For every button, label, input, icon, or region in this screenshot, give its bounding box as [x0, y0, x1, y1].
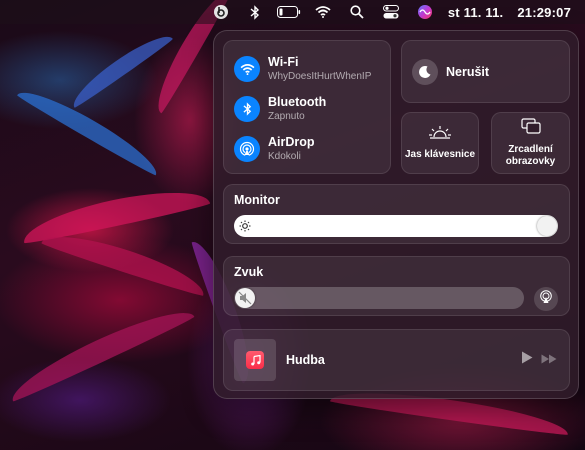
wifi-icon[interactable]	[234, 56, 260, 82]
play-icon[interactable]	[521, 351, 533, 369]
display-brightness-knob[interactable]	[537, 216, 557, 236]
menu-bar: st 11. 11. 21:29:07	[0, 0, 585, 24]
battery-icon[interactable]	[272, 0, 306, 24]
bluetooth-status: Zapnuto	[268, 111, 305, 122]
fast-forward-icon[interactable]	[541, 351, 557, 369]
airdrop-status: Kdokoli	[268, 151, 301, 162]
airdrop-label: AirDrop	[268, 135, 315, 149]
music-app-icon	[246, 351, 264, 369]
control-center-icon[interactable]	[374, 0, 408, 24]
sound-title: Zvuk	[234, 265, 264, 279]
wifi-network-name: WhyDoesItHurtWhenIP	[268, 71, 372, 82]
wallpaper-leaf	[4, 298, 196, 404]
volume-knob[interactable]	[235, 288, 255, 308]
wifi-icon[interactable]	[306, 0, 340, 24]
sun-icon	[238, 219, 252, 233]
airplay-audio-button[interactable]	[534, 287, 558, 311]
screen-mirroring-label-line2: obrazovky	[505, 156, 556, 167]
screen-mirroring-button[interactable]: Zrcadlení obrazovky	[491, 112, 570, 174]
bluetooth-icon[interactable]	[234, 96, 260, 122]
bluetooth-label: Bluetooth	[268, 95, 327, 109]
beats-icon[interactable]	[204, 0, 238, 24]
airdrop-toggle[interactable]: AirDrop Kdokoli	[234, 135, 315, 163]
airdrop-icon[interactable]	[234, 136, 260, 162]
keyboard-brightness-button[interactable]: Jas klávesnice	[401, 112, 479, 174]
volume-slider[interactable]	[234, 287, 524, 309]
screen-mirroring-icon	[520, 118, 541, 139]
search-icon[interactable]	[340, 0, 374, 24]
keyboard-brightness-label: Jas klávesnice	[404, 149, 476, 160]
album-artwork[interactable]	[234, 339, 276, 381]
wifi-toggle[interactable]: Wi-Fi WhyDoesItHurtWhenIP	[234, 55, 371, 83]
airplay-audio-icon	[539, 289, 553, 309]
bluetooth-toggle[interactable]: Bluetooth Zapnuto	[234, 95, 326, 123]
control-center-panel: Wi-Fi WhyDoesItHurtWhenIP Bluetooth Zapn…	[213, 30, 579, 399]
moon-icon	[412, 58, 438, 85]
bluetooth-icon[interactable]	[238, 0, 272, 24]
menubar-time[interactable]: 21:29:07	[517, 5, 571, 20]
display-brightness-slider[interactable]	[234, 215, 558, 237]
now-playing-title: Hudba	[286, 353, 325, 367]
wallpaper-leaf	[19, 180, 211, 246]
wallpaper-leaf	[66, 27, 174, 109]
wifi-label: Wi-Fi	[268, 55, 299, 69]
screen-mirroring-label-line1: Zrcadlení	[508, 144, 553, 155]
menubar-date[interactable]: st 11. 11.	[448, 5, 504, 20]
do-not-disturb-label: Nerušit	[446, 64, 490, 79]
connectivity-module: Wi-Fi WhyDoesItHurtWhenIP Bluetooth Zapn…	[223, 40, 391, 174]
now-playing-module[interactable]: Hudba	[223, 329, 570, 391]
sound-module: Zvuk	[223, 256, 570, 316]
display-title: Monitor	[234, 193, 280, 207]
keyboard-brightness-icon	[428, 125, 452, 144]
do-not-disturb-toggle[interactable]: Nerušit	[401, 40, 570, 103]
screen-mirroring-label: Zrcadlení obrazovky	[506, 144, 555, 168]
display-module: Monitor	[223, 184, 570, 244]
speaker-muted-icon	[238, 291, 252, 310]
siri-icon[interactable]	[408, 0, 442, 24]
